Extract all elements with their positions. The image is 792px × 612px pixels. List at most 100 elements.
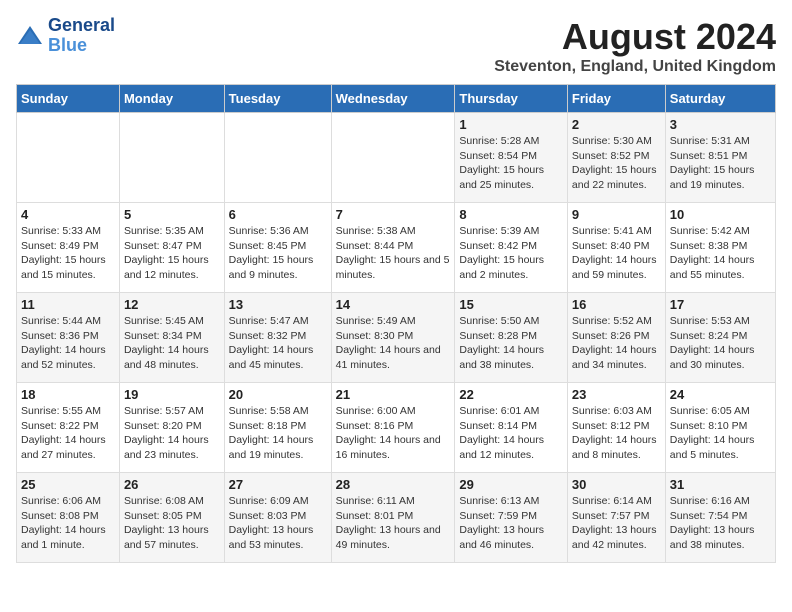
day-number: 10 [670, 207, 771, 222]
day-number: 31 [670, 477, 771, 492]
calendar-cell: 7 Sunrise: 5:38 AM Sunset: 8:44 PM Daylig… [331, 203, 455, 293]
calendar-cell: 31 Sunrise: 6:16 AM Sunset: 7:54 PM Dayli… [665, 473, 775, 563]
title-block: August 2024 Steventon, England, United K… [494, 16, 776, 76]
calendar-cell: 3Sunrise: 5:31 AM Sunset: 8:51 PM Daylig… [665, 113, 775, 203]
day-info: Sunrise: 6:09 AM Sunset: 8:03 PM Dayligh… [229, 494, 327, 553]
calendar-cell: 10 Sunrise: 5:42 AM Sunset: 8:38 PM Dayli… [665, 203, 775, 293]
day-info: Sunrise: 5:47 AM Sunset: 8:32 PM Dayligh… [229, 314, 327, 373]
calendar-table: SundayMondayTuesdayWednesdayThursdayFrid… [16, 84, 776, 563]
logo-icon [16, 22, 44, 50]
day-info: Sunrise: 6:00 AM Sunset: 8:16 PM Dayligh… [336, 404, 451, 463]
calendar-cell [224, 113, 331, 203]
calendar-cell [17, 113, 120, 203]
day-info: Sunrise: 5:45 AM Sunset: 8:34 PM Dayligh… [124, 314, 220, 373]
day-number: 11 [21, 297, 115, 312]
day-number: 4 [21, 207, 115, 222]
logo-text: General Blue [48, 16, 115, 56]
day-number: 2 [572, 117, 661, 132]
page-header: General Blue August 2024 Steventon, Engl… [16, 16, 776, 76]
day-number: 5 [124, 207, 220, 222]
day-number: 7 [336, 207, 451, 222]
header-row: SundayMondayTuesdayWednesdayThursdayFrid… [17, 85, 776, 113]
day-number: 21 [336, 387, 451, 402]
calendar-cell: 22Sunrise: 6:01 AM Sunset: 8:14 PM Dayli… [455, 383, 568, 473]
day-info: Sunrise: 5:49 AM Sunset: 8:30 PM Dayligh… [336, 314, 451, 373]
calendar-week-row: 1Sunrise: 5:28 AM Sunset: 8:54 PM Daylig… [17, 113, 776, 203]
day-info: Sunrise: 6:13 AM Sunset: 7:59 PM Dayligh… [459, 494, 563, 553]
calendar-cell: 26Sunrise: 6:08 AM Sunset: 8:05 PM Dayli… [119, 473, 224, 563]
subtitle: Steventon, England, United Kingdom [494, 58, 776, 76]
calendar-week-row: 18Sunrise: 5:55 AM Sunset: 8:22 PM Dayli… [17, 383, 776, 473]
day-info: Sunrise: 6:06 AM Sunset: 8:08 PM Dayligh… [21, 494, 115, 553]
calendar-header: SundayMondayTuesdayWednesdayThursdayFrid… [17, 85, 776, 113]
day-info: Sunrise: 5:36 AM Sunset: 8:45 PM Dayligh… [229, 224, 327, 283]
calendar-cell: 2 Sunrise: 5:30 AM Sunset: 8:52 PM Daylig… [567, 113, 665, 203]
calendar-cell: 19 Sunrise: 5:57 AM Sunset: 8:20 PM Dayli… [119, 383, 224, 473]
day-info: Sunrise: 5:35 AM Sunset: 8:47 PM Dayligh… [124, 224, 220, 283]
day-info: Sunrise: 6:01 AM Sunset: 8:14 PM Dayligh… [459, 404, 563, 463]
day-number: 18 [21, 387, 115, 402]
day-info: Sunrise: 5:50 AM Sunset: 8:28 PM Dayligh… [459, 314, 563, 373]
calendar-cell: 29 Sunrise: 6:13 AM Sunset: 7:59 PM Dayli… [455, 473, 568, 563]
calendar-week-row: 11 Sunrise: 5:44 AM Sunset: 8:36 PM Dayli… [17, 293, 776, 383]
day-info: Sunrise: 5:33 AM Sunset: 8:49 PM Dayligh… [21, 224, 115, 283]
day-number: 24 [670, 387, 771, 402]
day-info: Sunrise: 5:57 AM Sunset: 8:20 PM Dayligh… [124, 404, 220, 463]
day-number: 6 [229, 207, 327, 222]
calendar-cell: 25 Sunrise: 6:06 AM Sunset: 8:08 PM Dayli… [17, 473, 120, 563]
calendar-body: 1Sunrise: 5:28 AM Sunset: 8:54 PM Daylig… [17, 113, 776, 563]
day-info: Sunrise: 5:53 AM Sunset: 8:24 PM Dayligh… [670, 314, 771, 373]
day-info: Sunrise: 5:30 AM Sunset: 8:52 PM Dayligh… [572, 134, 661, 193]
day-number: 20 [229, 387, 327, 402]
day-info: Sunrise: 6:05 AM Sunset: 8:10 PM Dayligh… [670, 404, 771, 463]
day-number: 29 [459, 477, 563, 492]
calendar-cell: 6 Sunrise: 5:36 AM Sunset: 8:45 PM Daylig… [224, 203, 331, 293]
day-number: 15 [459, 297, 563, 312]
calendar-cell: 5 Sunrise: 5:35 AM Sunset: 8:47 PM Daylig… [119, 203, 224, 293]
day-number: 26 [124, 477, 220, 492]
day-number: 25 [21, 477, 115, 492]
calendar-cell: 21 Sunrise: 6:00 AM Sunset: 8:16 PM Dayli… [331, 383, 455, 473]
weekday-header: Friday [567, 85, 665, 113]
calendar-cell: 13 Sunrise: 5:47 AM Sunset: 8:32 PM Dayli… [224, 293, 331, 383]
calendar-cell [331, 113, 455, 203]
calendar-cell: 11 Sunrise: 5:44 AM Sunset: 8:36 PM Dayli… [17, 293, 120, 383]
calendar-week-row: 4 Sunrise: 5:33 AM Sunset: 8:49 PM Daylig… [17, 203, 776, 293]
day-info: Sunrise: 5:42 AM Sunset: 8:38 PM Dayligh… [670, 224, 771, 283]
day-number: 28 [336, 477, 451, 492]
day-info: Sunrise: 5:52 AM Sunset: 8:26 PM Dayligh… [572, 314, 661, 373]
main-title: August 2024 [494, 16, 776, 58]
weekday-header: Tuesday [224, 85, 331, 113]
day-number: 17 [670, 297, 771, 312]
day-number: 30 [572, 477, 661, 492]
day-info: Sunrise: 5:38 AM Sunset: 8:44 PM Dayligh… [336, 224, 451, 283]
day-number: 8 [459, 207, 563, 222]
calendar-cell: 18Sunrise: 5:55 AM Sunset: 8:22 PM Dayli… [17, 383, 120, 473]
calendar-cell: 14 Sunrise: 5:49 AM Sunset: 8:30 PM Dayli… [331, 293, 455, 383]
calendar-week-row: 25 Sunrise: 6:06 AM Sunset: 8:08 PM Dayli… [17, 473, 776, 563]
calendar-cell: 27 Sunrise: 6:09 AM Sunset: 8:03 PM Dayli… [224, 473, 331, 563]
calendar-cell: 30 Sunrise: 6:14 AM Sunset: 7:57 PM Dayli… [567, 473, 665, 563]
day-info: Sunrise: 6:03 AM Sunset: 8:12 PM Dayligh… [572, 404, 661, 463]
calendar-cell: 24 Sunrise: 6:05 AM Sunset: 8:10 PM Dayli… [665, 383, 775, 473]
weekday-header: Thursday [455, 85, 568, 113]
day-number: 19 [124, 387, 220, 402]
calendar-cell: 12Sunrise: 5:45 AM Sunset: 8:34 PM Dayli… [119, 293, 224, 383]
day-info: Sunrise: 5:39 AM Sunset: 8:42 PM Dayligh… [459, 224, 563, 283]
weekday-header: Sunday [17, 85, 120, 113]
calendar-cell: 15 Sunrise: 5:50 AM Sunset: 8:28 PM Dayli… [455, 293, 568, 383]
day-info: Sunrise: 6:14 AM Sunset: 7:57 PM Dayligh… [572, 494, 661, 553]
weekday-header: Monday [119, 85, 224, 113]
day-info: Sunrise: 6:16 AM Sunset: 7:54 PM Dayligh… [670, 494, 771, 553]
day-info: Sunrise: 5:44 AM Sunset: 8:36 PM Dayligh… [21, 314, 115, 373]
day-info: Sunrise: 5:41 AM Sunset: 8:40 PM Dayligh… [572, 224, 661, 283]
calendar-cell: 23Sunrise: 6:03 AM Sunset: 8:12 PM Dayli… [567, 383, 665, 473]
day-number: 14 [336, 297, 451, 312]
logo: General Blue [16, 16, 115, 56]
day-number: 27 [229, 477, 327, 492]
calendar-cell: 1Sunrise: 5:28 AM Sunset: 8:54 PM Daylig… [455, 113, 568, 203]
day-info: Sunrise: 5:31 AM Sunset: 8:51 PM Dayligh… [670, 134, 771, 193]
day-number: 16 [572, 297, 661, 312]
weekday-header: Saturday [665, 85, 775, 113]
day-number: 13 [229, 297, 327, 312]
